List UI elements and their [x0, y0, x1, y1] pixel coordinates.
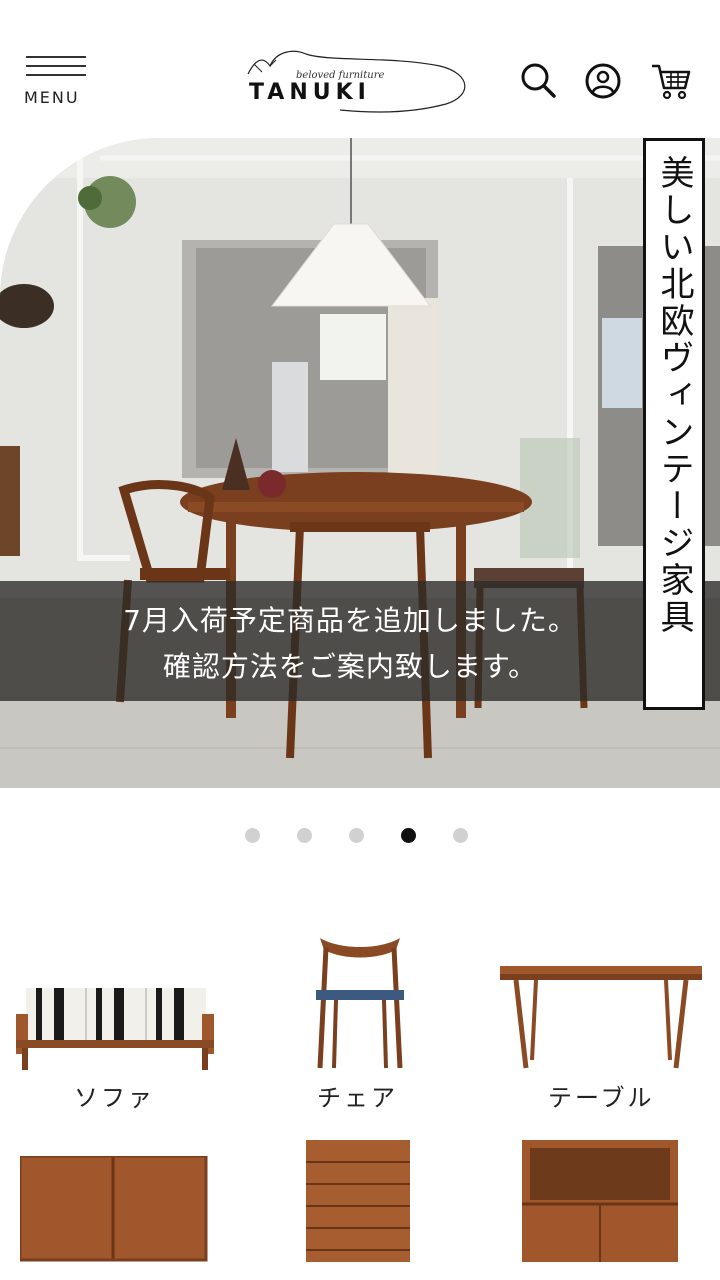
- drawer-image: [306, 1140, 410, 1262]
- search-button[interactable]: [516, 58, 562, 104]
- carousel-dot-2[interactable]: [297, 828, 312, 843]
- table-image: [500, 966, 702, 1069]
- hero-slider[interactable]: 7月入荷予定商品を追加しました。 確認方法をご案内致します。 美しい北欧ヴィンテ…: [0, 138, 720, 788]
- category-label-table: テーブル: [548, 1084, 655, 1112]
- hero-caption-line2: 確認方法をご案内致します。: [162, 650, 538, 683]
- category-chair[interactable]: チェア: [270, 930, 450, 1120]
- category-item-shelf[interactable]: [522, 1140, 682, 1266]
- hero-vertical-title: 美しい北欧ヴィンテージ家具: [654, 155, 694, 636]
- site-logo[interactable]: beloved furniture TANUKI: [240, 44, 472, 124]
- category-label-chair: チェア: [317, 1084, 398, 1112]
- cabinet-image: [18, 1154, 208, 1262]
- sofa-image: [16, 988, 214, 1070]
- carousel-dot-5[interactable]: [453, 828, 468, 843]
- cart-button[interactable]: [648, 58, 694, 104]
- category-item-drawer[interactable]: [306, 1140, 414, 1266]
- logo-name: TANUKI: [249, 80, 371, 105]
- menu-button[interactable]: MENU: [24, 54, 90, 110]
- hero-caption-line1: 7月入荷予定商品を追加しました。: [123, 604, 577, 637]
- account-icon: [585, 63, 621, 99]
- carousel-dot-4-active[interactable]: [401, 828, 416, 843]
- category-sofa[interactable]: ソファ: [10, 930, 220, 1120]
- category-table[interactable]: テーブル: [496, 930, 706, 1120]
- shelf-image: [522, 1140, 678, 1262]
- site-header: MENU beloved furniture TANUKI: [0, 0, 720, 138]
- chair-image: [316, 938, 404, 1069]
- account-button[interactable]: [580, 58, 626, 104]
- search-icon: [521, 63, 556, 98]
- cart-icon: [652, 64, 691, 100]
- hero-caption[interactable]: 7月入荷予定商品を追加しました。 確認方法をご案内致します。: [0, 581, 720, 701]
- category-label-sofa: ソファ: [74, 1084, 155, 1112]
- menu-label: MENU: [24, 88, 80, 107]
- category-item-cabinet[interactable]: [18, 1154, 210, 1266]
- carousel-dot-3[interactable]: [349, 828, 364, 843]
- carousel-dot-1[interactable]: [245, 828, 260, 843]
- hero-vertical-title-box: 美しい北欧ヴィンテージ家具: [643, 138, 705, 710]
